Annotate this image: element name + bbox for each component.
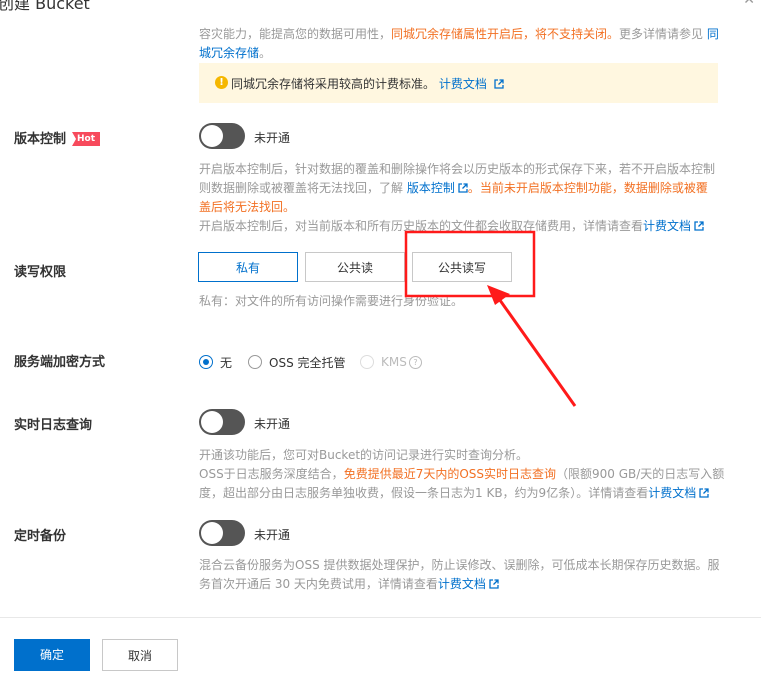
- annotation-arrow-shaft: [495, 295, 577, 407]
- annotation-highlight-box: [404, 230, 536, 298]
- annotation-overlay: [404, 230, 577, 407]
